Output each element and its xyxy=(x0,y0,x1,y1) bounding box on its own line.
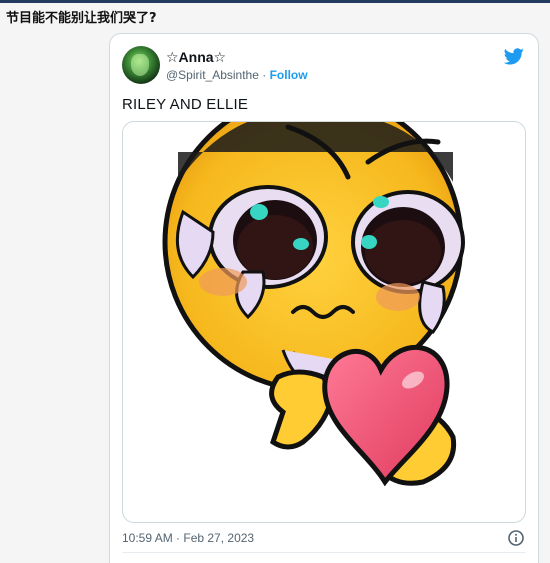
info-icon[interactable] xyxy=(508,530,524,546)
separator: · xyxy=(262,68,267,82)
tweet-text: RILEY AND ELLIE xyxy=(122,96,249,113)
footer-divider xyxy=(122,552,526,553)
tweet-card[interactable]: ☆Anna☆ @Spirit_Absinthe · Follow RILEY A… xyxy=(109,33,539,563)
follow-button[interactable]: Follow xyxy=(270,68,308,82)
page-question: 节目能不能别让我们哭了? xyxy=(6,11,157,26)
twitter-bird-icon[interactable] xyxy=(504,48,524,65)
tweet-timestamp[interactable]: 10:59 AM · Feb 27, 2023 xyxy=(122,531,254,545)
display-name[interactable]: ☆Anna☆ xyxy=(166,49,226,66)
top-bar xyxy=(0,0,550,3)
tweet-media[interactable] xyxy=(122,121,526,523)
crying-emoji-image xyxy=(162,122,465,487)
handle-line: @Spirit_Absinthe · Follow xyxy=(166,68,308,82)
handle[interactable]: @Spirit_Absinthe xyxy=(166,68,259,82)
avatar[interactable] xyxy=(122,46,160,84)
